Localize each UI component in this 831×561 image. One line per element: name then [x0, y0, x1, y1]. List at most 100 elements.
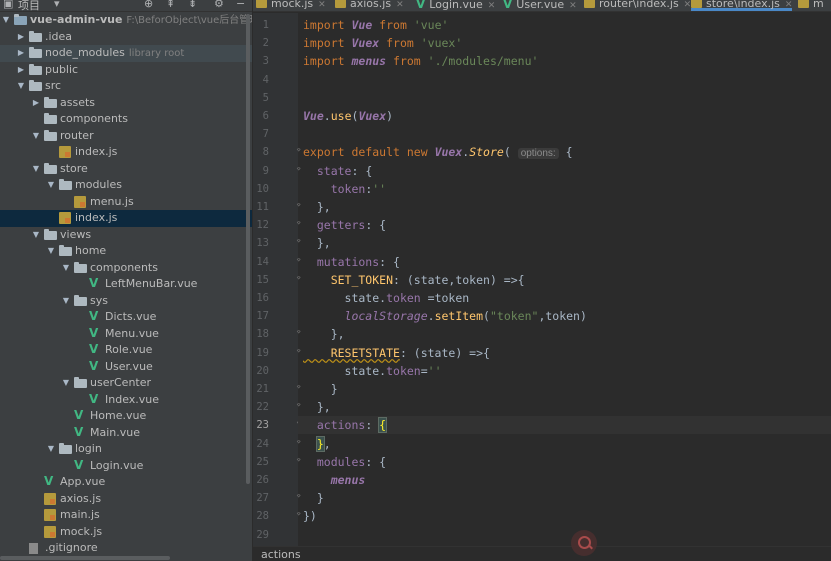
tree-item-axios-js[interactable]: axios.js: [0, 491, 252, 508]
hide-panel-icon[interactable]: −: [236, 0, 245, 10]
close-icon[interactable]: ✕: [488, 1, 496, 11]
tree-item-router[interactable]: ▼ router: [0, 128, 252, 145]
tree-item-app-vue[interactable]: V App.vue: [0, 474, 252, 491]
tree-horizontal-scrollbar[interactable]: [0, 556, 170, 560]
tree-item-leftmenubar-vue[interactable]: V LeftMenuBar.vue: [0, 276, 252, 293]
chevron-down-icon[interactable]: ▼: [46, 441, 56, 458]
tree-vertical-scrollbar[interactable]: [246, 14, 250, 484]
fold-marker-icon[interactable]: ⌔: [296, 328, 301, 338]
tree-item-index-js[interactable]: index.js: [0, 144, 252, 161]
tree-item-home-vue[interactable]: V Home.vue: [0, 408, 252, 425]
chevron-down-icon[interactable]: ▼: [61, 293, 71, 310]
code-token: '': [427, 363, 442, 378]
chevron-right-icon[interactable]: ▶: [16, 45, 26, 62]
code-line: SET_TOKEN: (state,token) =>{: [303, 271, 525, 289]
search-icon[interactable]: [571, 530, 597, 556]
chevron-right-icon[interactable]: ▶: [16, 29, 26, 46]
gear-icon[interactable]: ⚙: [214, 0, 224, 10]
tree-item-login-vue[interactable]: V Login.vue: [0, 458, 252, 475]
tree-item-index-vue[interactable]: V Index.vue: [0, 392, 252, 409]
tree-item-assets[interactable]: ▶ assets: [0, 95, 252, 112]
expand-all-icon[interactable]: ⇞: [166, 0, 175, 10]
project-view-icon[interactable]: ▣: [3, 0, 13, 10]
tab-user-vue[interactable]: V User.vue ✕: [503, 0, 577, 11]
fold-marker-icon[interactable]: ⌔: [296, 274, 301, 284]
breadcrumb[interactable]: actions: [261, 548, 301, 561]
tree-item-node-modules[interactable]: ▶ node_modules library root: [0, 45, 252, 62]
tree-item-main-vue[interactable]: V Main.vue: [0, 425, 252, 442]
tab-router-index-js[interactable]: router\index.js ✕: [584, 0, 691, 11]
tree-item-menu-js[interactable]: menu.js: [0, 194, 252, 211]
tree-item-menu-vue[interactable]: V Menu.vue: [0, 326, 252, 343]
tree-item-label: vue-admin-vue F:\BeforObject\vue后台管理\: [30, 12, 252, 30]
code-line: actions: {: [303, 416, 388, 434]
locate-file-icon[interactable]: ⊕: [144, 0, 153, 10]
tree-item-usercenter[interactable]: ▼ userCenter: [0, 375, 252, 392]
chevron-down-icon[interactable]: ▼: [61, 375, 71, 392]
fold-marker-icon[interactable]: ⌔: [296, 510, 301, 520]
code-token: menus: [351, 54, 387, 69]
fold-marker-icon[interactable]: ⌔: [296, 492, 301, 502]
tab-store-index-js[interactable]: store\index.js ✕: [691, 0, 793, 11]
tree-item-views[interactable]: ▼ views: [0, 227, 252, 244]
chevron-down-icon[interactable]: ▼: [31, 161, 41, 178]
tree-item-vue-admin-vue[interactable]: ▼ vue-admin-vue F:\BeforObject\vue后台管理\: [0, 12, 252, 29]
close-icon[interactable]: ✕: [318, 0, 326, 10]
fold-marker-icon[interactable]: ⌔: [296, 401, 301, 411]
tree-item-label: Menu.vue: [105, 326, 159, 343]
tree-item-idea[interactable]: ▶ .idea: [0, 29, 252, 46]
js-file-icon: [44, 509, 56, 521]
fold-marker-icon[interactable]: ⌔: [296, 256, 301, 266]
tree-item-store[interactable]: ▼ store: [0, 161, 252, 178]
tree-item-main-js[interactable]: main.js: [0, 507, 252, 524]
fold-marker-icon[interactable]: ⌔: [296, 347, 301, 357]
code-line: import Vuex from 'vuex': [303, 34, 462, 52]
tab-mock-js[interactable]: mock.js ✕: [256, 0, 326, 11]
code-line: token:'': [303, 180, 386, 198]
tree-item-name: store: [60, 161, 88, 175]
chevron-right-icon[interactable]: ▶: [31, 95, 41, 112]
tree-item-components[interactable]: components: [0, 111, 252, 128]
fold-marker-icon[interactable]: ⌔: [296, 237, 301, 247]
tree-item-index-js[interactable]: index.js: [0, 210, 252, 227]
fold-marker-icon[interactable]: ⌔: [296, 219, 301, 229]
chevron-down-icon[interactable]: ▼: [46, 177, 56, 194]
fold-marker-icon[interactable]: ⌔: [296, 456, 301, 466]
chevron-down-icon[interactable]: ▼: [46, 243, 56, 260]
tab-login-vue[interactable]: V Login.vue ✕: [416, 0, 495, 11]
chevron-down-icon[interactable]: ▼: [61, 260, 71, 277]
tree-item-name: Dicts.vue: [105, 310, 157, 323]
code-token: Vuex: [351, 36, 380, 51]
tree-item-public[interactable]: ▶ public: [0, 62, 252, 79]
fold-marker-icon[interactable]: ⌔: [296, 201, 301, 211]
tab-m[interactable]: m: [798, 0, 824, 11]
fold-marker-icon[interactable]: ⌔: [296, 383, 301, 393]
tree-item-home[interactable]: ▼ home: [0, 243, 252, 260]
tree-item-role-vue[interactable]: V Role.vue: [0, 342, 252, 359]
tree-item-login[interactable]: ▼ login: [0, 441, 252, 458]
close-icon[interactable]: ✕: [569, 1, 577, 11]
fold-marker-icon[interactable]: ⌔: [296, 146, 301, 156]
tree-item-dicts-vue[interactable]: V Dicts.vue: [0, 309, 252, 326]
code-token: .: [427, 309, 435, 324]
close-icon[interactable]: ✕: [785, 0, 793, 10]
tree-item-mock-js[interactable]: mock.js: [0, 524, 252, 541]
tree-item-gitignore[interactable]: .gitignore: [0, 540, 252, 557]
chevron-down-icon[interactable]: ▼: [31, 128, 41, 145]
tree-item-modules[interactable]: ▼ modules: [0, 177, 252, 194]
fold-marker-icon[interactable]: ⌔: [296, 165, 301, 175]
fold-marker-icon[interactable]: ⌔: [296, 438, 301, 448]
folder-icon: [74, 261, 87, 273]
tree-item-src[interactable]: ▼ src: [0, 78, 252, 95]
tree-item-sys[interactable]: ▼ sys: [0, 293, 252, 310]
tree-item-components[interactable]: ▼ components: [0, 260, 252, 277]
chevron-down-icon[interactable]: ▼: [1, 12, 11, 29]
chevron-down-icon[interactable]: ▼: [31, 227, 41, 244]
close-icon[interactable]: ✕: [396, 0, 404, 10]
chevron-right-icon[interactable]: ▶: [16, 62, 26, 79]
view-dropdown-icon[interactable]: ▾: [54, 0, 60, 10]
tab-axios-js[interactable]: axios.js ✕: [335, 0, 404, 11]
chevron-down-icon[interactable]: ▼: [16, 78, 26, 95]
tree-item-user-vue[interactable]: V User.vue: [0, 359, 252, 376]
collapse-all-icon[interactable]: ⇟: [188, 0, 197, 10]
